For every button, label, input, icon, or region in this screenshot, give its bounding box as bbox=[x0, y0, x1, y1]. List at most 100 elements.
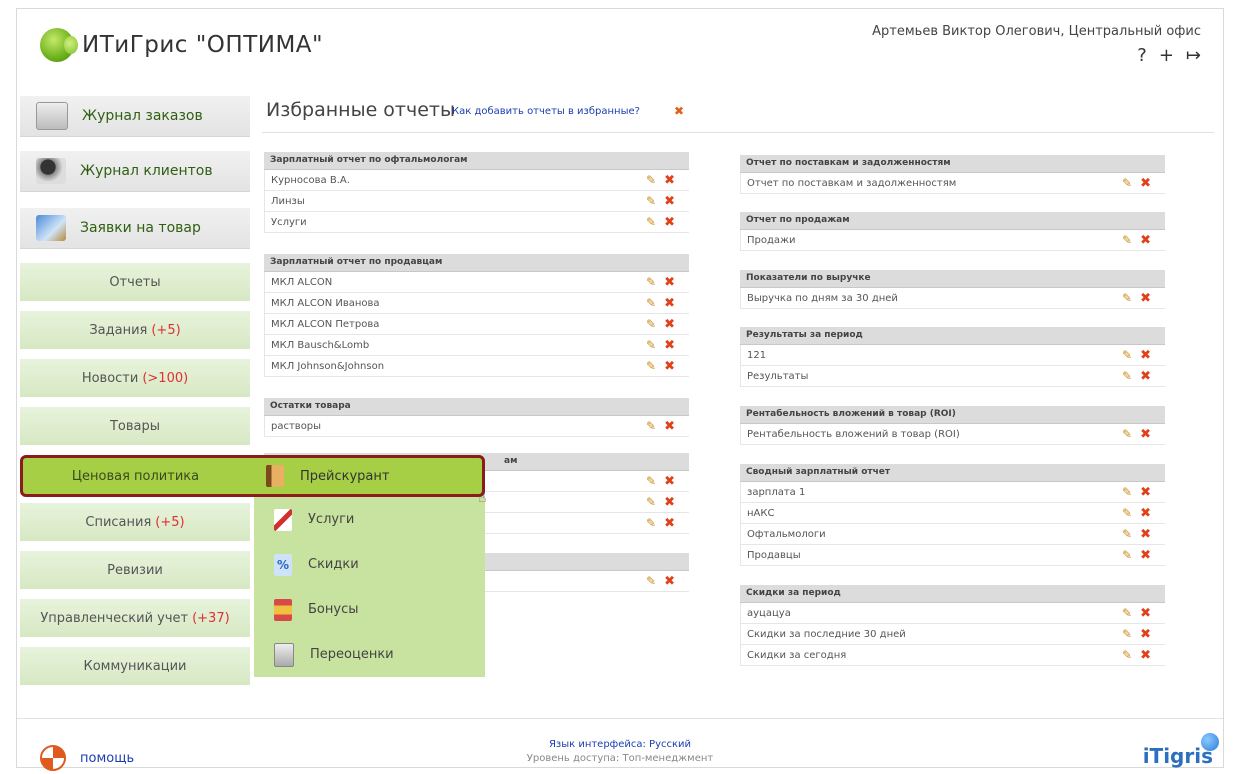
edit-icon[interactable]: ✎ bbox=[646, 495, 656, 510]
report-row[interactable]: МКЛ ALCON Петрова ✎ ✖ bbox=[264, 314, 689, 335]
delete-icon[interactable]: ✖ bbox=[664, 474, 675, 489]
edit-icon[interactable]: ✎ bbox=[646, 419, 656, 434]
delete-icon[interactable]: ✖ bbox=[1140, 348, 1151, 363]
edit-icon[interactable]: ✎ bbox=[646, 173, 656, 188]
submenu-item-bonuses[interactable]: Бонусы bbox=[254, 587, 485, 632]
app-logo[interactable]: ИТиГрис "ОПТИМА" bbox=[40, 28, 323, 62]
edit-icon[interactable]: ✎ bbox=[646, 194, 656, 209]
edit-icon[interactable]: ✎ bbox=[646, 474, 656, 489]
delete-icon[interactable]: ✖ bbox=[664, 419, 675, 434]
help-link[interactable]: помощь bbox=[40, 745, 134, 771]
edit-icon[interactable]: ✎ bbox=[1122, 485, 1132, 500]
nav-revisions[interactable]: Ревизии bbox=[20, 551, 250, 589]
edit-icon[interactable]: ✎ bbox=[1122, 627, 1132, 642]
report-row[interactable]: Рентабельность вложений в товар (ROI) ✎ ✖ bbox=[740, 424, 1165, 445]
edit-icon[interactable]: ✎ bbox=[646, 296, 656, 311]
submenu-item-services[interactable]: Услуги bbox=[254, 497, 485, 542]
nav-tasks[interactable]: Задания (+5) bbox=[20, 311, 250, 349]
report-row[interactable]: Курносова В.А. ✎ ✖ bbox=[264, 170, 689, 191]
nav-management-accounting[interactable]: Управленческий учет (+37) bbox=[20, 599, 250, 637]
edit-icon[interactable]: ✎ bbox=[1122, 506, 1132, 521]
report-row[interactable]: Офтальмологи ✎ ✖ bbox=[740, 524, 1165, 545]
edit-icon[interactable]: ✎ bbox=[1122, 176, 1132, 191]
edit-icon[interactable]: ✎ bbox=[1122, 369, 1132, 384]
edit-icon[interactable]: ✎ bbox=[1122, 233, 1132, 248]
help-favorites-link[interactable]: Как добавить отчеты в избранные? bbox=[452, 106, 640, 117]
report-row[interactable]: зарплата 1 ✎ ✖ bbox=[740, 482, 1165, 503]
report-row[interactable]: Продажи ✎ ✖ bbox=[740, 230, 1165, 251]
edit-icon[interactable]: ✎ bbox=[646, 574, 656, 589]
report-row[interactable]: МКЛ Bausch&Lomb ✎ ✖ bbox=[264, 335, 689, 356]
logout-icon[interactable]: ↦ bbox=[1186, 45, 1201, 66]
delete-icon[interactable]: ✖ bbox=[664, 574, 675, 589]
report-row[interactable]: нАКС ✎ ✖ bbox=[740, 503, 1165, 524]
report-row[interactable]: Услуги ✎ ✖ bbox=[264, 212, 689, 233]
report-row[interactable]: МКЛ ALCON ✎ ✖ bbox=[264, 272, 689, 293]
report-row[interactable]: Отчет по поставкам и задолженностям ✎ ✖ bbox=[740, 173, 1165, 194]
nav-reports[interactable]: Отчеты bbox=[20, 263, 250, 301]
language-link[interactable]: Язык интерфейса: Русский bbox=[500, 738, 740, 752]
nav-communications[interactable]: Коммуникации bbox=[20, 647, 250, 685]
report-row[interactable]: 121 ✎ ✖ bbox=[740, 345, 1165, 366]
edit-icon[interactable]: ✎ bbox=[646, 338, 656, 353]
edit-icon[interactable]: ✎ bbox=[1122, 348, 1132, 363]
delete-icon[interactable]: ✖ bbox=[1140, 648, 1151, 663]
delete-icon[interactable]: ✖ bbox=[1140, 369, 1151, 384]
delete-icon[interactable]: ✖ bbox=[1140, 427, 1151, 442]
delete-icon[interactable]: ✖ bbox=[1140, 627, 1151, 642]
nav-news[interactable]: Новости (>100) bbox=[20, 359, 250, 397]
delete-icon[interactable]: ✖ bbox=[664, 359, 675, 374]
delete-icon[interactable]: ✖ bbox=[1140, 176, 1151, 191]
delete-icon[interactable]: ✖ bbox=[1140, 527, 1151, 542]
close-icon[interactable]: ✖ bbox=[674, 104, 684, 118]
edit-icon[interactable]: ✎ bbox=[646, 215, 656, 230]
delete-icon[interactable]: ✖ bbox=[1140, 506, 1151, 521]
report-row[interactable]: Скидки за сегодня ✎ ✖ bbox=[740, 645, 1165, 666]
delete-icon[interactable]: ✖ bbox=[664, 194, 675, 209]
nav-orders-journal[interactable]: Журнал заказов bbox=[20, 96, 250, 137]
nav-pricing-policy[interactable]: Ценовая политика bbox=[23, 469, 248, 484]
submenu-item-revaluations[interactable]: Переоценки bbox=[254, 632, 485, 677]
delete-icon[interactable]: ✖ bbox=[1140, 485, 1151, 500]
delete-icon[interactable]: ✖ bbox=[664, 516, 675, 531]
delete-icon[interactable]: ✖ bbox=[664, 338, 675, 353]
delete-icon[interactable]: ✖ bbox=[1140, 233, 1151, 248]
delete-icon[interactable]: ✖ bbox=[1140, 291, 1151, 306]
delete-icon[interactable]: ✖ bbox=[664, 317, 675, 332]
edit-icon[interactable]: ✎ bbox=[646, 516, 656, 531]
nav-pricing-policy-highlight[interactable]: Ценовая политика Прейскурант bbox=[20, 455, 485, 497]
report-row[interactable]: растворы ✎ ✖ bbox=[264, 416, 689, 437]
report-row[interactable]: ауцацуа ✎ ✖ bbox=[740, 603, 1165, 624]
nav-products[interactable]: Товары bbox=[20, 407, 250, 445]
delete-icon[interactable]: ✖ bbox=[1140, 606, 1151, 621]
delete-icon[interactable]: ✖ bbox=[1140, 548, 1151, 563]
report-row[interactable]: МКЛ Johnson&Johnson ✎ ✖ bbox=[264, 356, 689, 377]
report-row[interactable]: Линзы ✎ ✖ bbox=[264, 191, 689, 212]
edit-icon[interactable]: ✎ bbox=[646, 317, 656, 332]
edit-icon[interactable]: ✎ bbox=[1122, 527, 1132, 542]
report-row[interactable]: Выручка по дням за 30 дней ✎ ✖ bbox=[740, 288, 1165, 309]
delete-icon[interactable]: ✖ bbox=[664, 296, 675, 311]
edit-icon[interactable]: ✎ bbox=[1122, 648, 1132, 663]
help-icon[interactable]: ? bbox=[1137, 45, 1147, 66]
edit-icon[interactable]: ✎ bbox=[646, 275, 656, 290]
delete-icon[interactable]: ✖ bbox=[664, 495, 675, 510]
report-row[interactable]: Продавцы ✎ ✖ bbox=[740, 545, 1165, 566]
delete-icon[interactable]: ✖ bbox=[664, 215, 675, 230]
delete-icon[interactable]: ✖ bbox=[664, 173, 675, 188]
delete-icon[interactable]: ✖ bbox=[664, 275, 675, 290]
edit-icon[interactable]: ✎ bbox=[1122, 291, 1132, 306]
edit-icon[interactable]: ✎ bbox=[1122, 606, 1132, 621]
edit-icon[interactable]: ✎ bbox=[1122, 427, 1132, 442]
nav-product-requests[interactable]: Заявки на товар bbox=[20, 208, 250, 249]
submenu-item-pricelist[interactable]: Прейскурант bbox=[266, 465, 389, 487]
nav-clients-journal[interactable]: Журнал клиентов bbox=[20, 151, 250, 192]
add-icon[interactable]: + bbox=[1159, 45, 1174, 66]
nav-writeoffs[interactable]: Списания (+5) bbox=[20, 503, 250, 541]
report-row[interactable]: МКЛ ALCON Иванова ✎ ✖ bbox=[264, 293, 689, 314]
edit-icon[interactable]: ✎ bbox=[646, 359, 656, 374]
report-row[interactable]: Результаты ✎ ✖ bbox=[740, 366, 1165, 387]
submenu-item-discounts[interactable]: % Скидки bbox=[254, 542, 485, 587]
edit-icon[interactable]: ✎ bbox=[1122, 548, 1132, 563]
report-row[interactable]: Скидки за последние 30 дней ✎ ✖ bbox=[740, 624, 1165, 645]
